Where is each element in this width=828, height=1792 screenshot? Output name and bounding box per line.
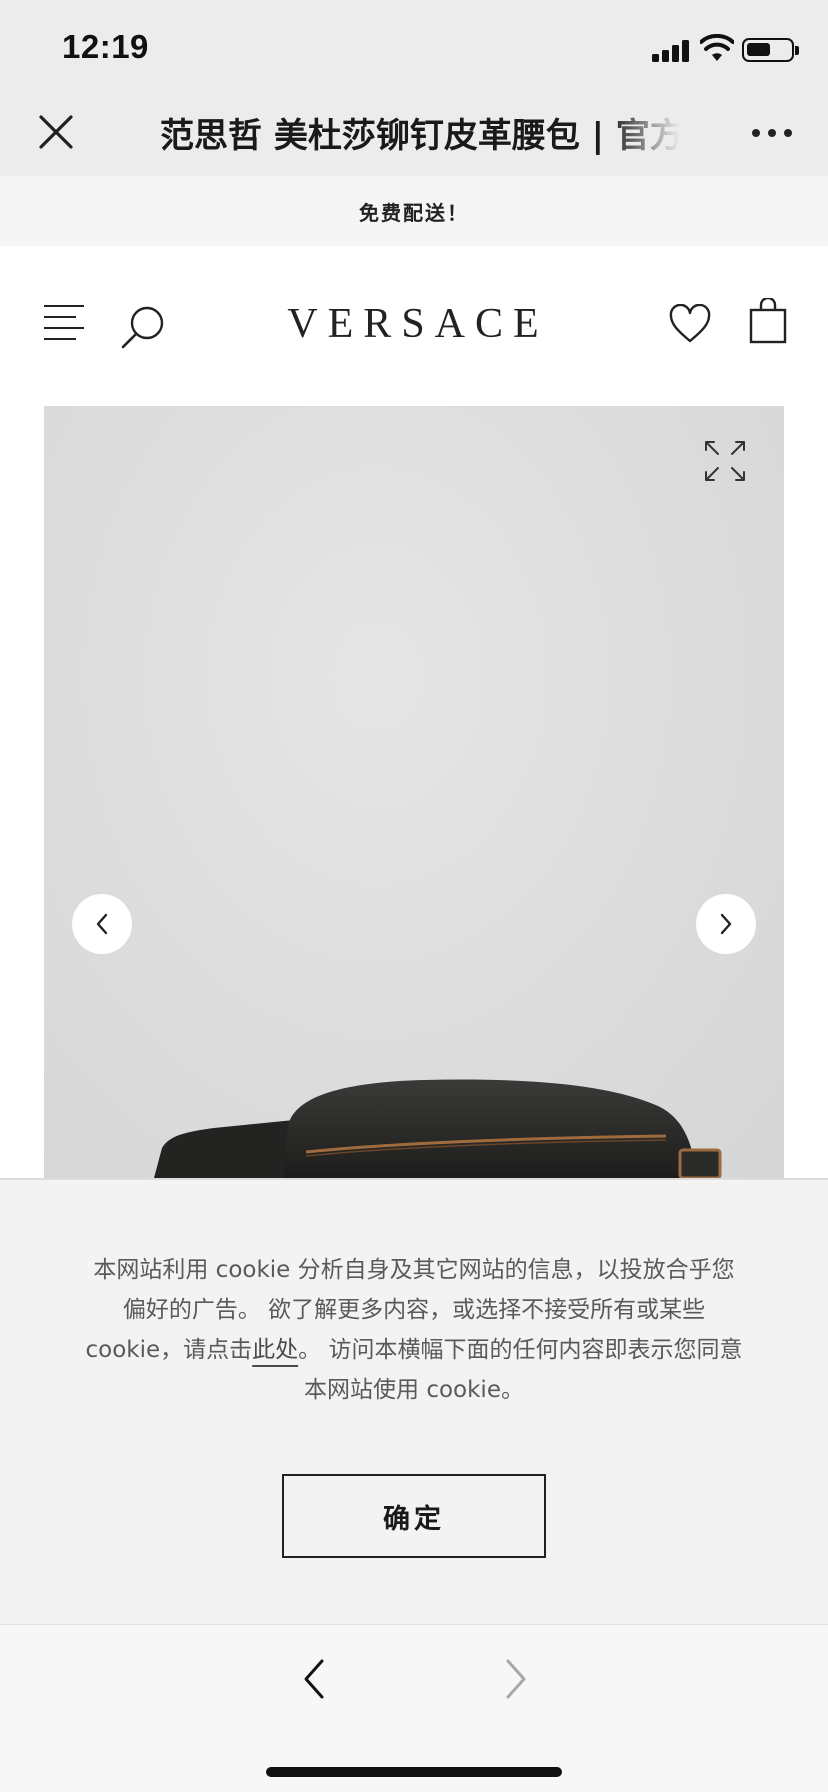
expand-icon[interactable]: [702, 438, 748, 484]
battery-icon: [742, 38, 799, 62]
back-arrow-icon[interactable]: [296, 1657, 332, 1701]
forward-arrow-icon[interactable]: [498, 1657, 534, 1701]
battery-level: [747, 43, 770, 56]
status-time: 12:19: [62, 28, 149, 65]
close-button[interactable]: [36, 112, 76, 152]
gallery-prev-button[interactable]: [72, 894, 132, 954]
cookie-settings-link[interactable]: 此处: [252, 1337, 298, 1363]
product-gallery[interactable]: [44, 406, 784, 1178]
home-indicator: [266, 1767, 562, 1777]
shopping-bag-icon[interactable]: [748, 298, 788, 344]
page-title: 范思哲 美杜莎铆钉皮革腰包 | 官方: [160, 116, 680, 156]
more-dots-icon: [752, 129, 760, 137]
confirm-button[interactable]: 确定: [282, 1474, 546, 1558]
chevron-left-icon: [96, 913, 108, 935]
site-header: VERSACE: [0, 246, 828, 404]
cookie-text-after: 。 访问本横幅下面的任何内容即表示您同意本网站使用 cookie。: [298, 1337, 743, 1403]
product-image: [154, 1079, 722, 1178]
heart-icon[interactable]: [668, 304, 712, 344]
chevron-right-icon: [720, 913, 732, 935]
cellular-signal-icon: [652, 38, 690, 62]
top-bar: 12:19 范思哲 美杜莎铆钉皮革腰包 | 官方: [0, 0, 828, 176]
promo-text: 免费配送！: [359, 200, 469, 225]
more-dot: [768, 129, 776, 137]
more-dot: [784, 129, 792, 137]
page-title-container: 范思哲 美杜莎铆钉皮革腰包 | 官方: [160, 108, 680, 158]
bottom-nav-bar: [0, 1624, 828, 1792]
wifi-icon: [700, 34, 734, 61]
gallery-next-button[interactable]: [696, 894, 756, 954]
cookie-banner: 本网站利用 cookie 分析自身及其它网站的信息，以投放合乎您偏好的广告。 欲…: [0, 1178, 828, 1624]
close-icon: [39, 115, 73, 149]
promo-banner: 免费配送！: [0, 176, 828, 246]
cookie-text: 本网站利用 cookie 分析自身及其它网站的信息，以投放合乎您偏好的广告。 欲…: [82, 1250, 746, 1410]
more-button[interactable]: [748, 122, 796, 142]
